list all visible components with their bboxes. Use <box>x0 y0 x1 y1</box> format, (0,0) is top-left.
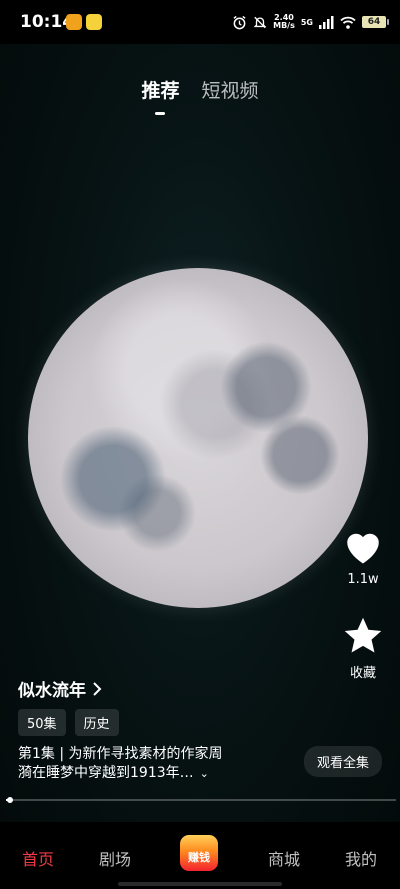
nav-mall[interactable]: 商城 <box>254 846 314 870</box>
heart-icon <box>347 533 379 564</box>
drama-tags: 50集 历史 <box>18 709 119 736</box>
video-frame-moon[interactable] <box>28 268 368 608</box>
description-line-1: 第1集 | 为新作寻找素材的作家周 <box>18 746 223 762</box>
favorite-button[interactable]: 收藏 <box>338 616 388 681</box>
video-progress-bar[interactable] <box>6 797 396 803</box>
expand-chevron-icon[interactable]: ⌄ <box>200 767 209 780</box>
top-tabs: 推荐 短视频 <box>0 76 400 115</box>
description-line-2: 漪在睡梦中穿越到1913年… <box>18 765 194 781</box>
tab-active-indicator <box>155 112 166 115</box>
genre-tag[interactable]: 历史 <box>74 709 119 736</box>
bottom-nav: 首页 剧场 赚钱 商城 我的 <box>0 822 400 889</box>
star-icon <box>344 617 382 653</box>
favorite-label: 收藏 <box>349 666 376 681</box>
app-notification-icon <box>66 14 82 30</box>
tab-recommend[interactable]: 推荐 <box>141 76 180 115</box>
status-bar: 10:14 2.40 MB/s 5G 64 <box>0 0 400 44</box>
wifi-icon <box>340 16 356 29</box>
like-button[interactable]: 1.1w <box>338 526 388 587</box>
like-count: 1.1w <box>347 572 379 587</box>
earn-money-button[interactable]: 赚钱 <box>180 835 218 871</box>
alarm-icon <box>233 15 246 29</box>
battery-icon: 64 <box>362 16 389 28</box>
episode-description[interactable]: 第1集 | 为新作寻找素材的作家周 漪在睡梦中穿越到1913年… ⌄ <box>18 745 288 783</box>
nav-home[interactable]: 首页 <box>8 846 68 870</box>
progress-handle[interactable] <box>6 797 13 803</box>
nav-theater[interactable]: 剧场 <box>85 846 145 870</box>
drama-title: 似水流年 <box>18 681 86 701</box>
watch-all-button[interactable]: 观看全集 <box>303 746 382 777</box>
earn-label: 赚钱 <box>188 851 210 864</box>
app-notification-icon <box>86 14 102 30</box>
nav-profile[interactable]: 我的 <box>331 846 391 870</box>
tab-short-video[interactable]: 短视频 <box>202 76 259 103</box>
status-icons: 2.40 MB/s 5G 64 <box>232 13 389 31</box>
signal-icon <box>319 15 334 29</box>
home-indicator[interactable] <box>118 882 282 886</box>
drama-title-link[interactable]: 似水流年 <box>18 676 102 701</box>
network-type: 5G <box>300 17 313 27</box>
net-speed: 2.40 MB/s <box>273 13 295 30</box>
mute-bell-icon <box>253 16 267 28</box>
chevron-right-icon <box>93 681 102 696</box>
episode-count-tag[interactable]: 50集 <box>18 709 66 736</box>
